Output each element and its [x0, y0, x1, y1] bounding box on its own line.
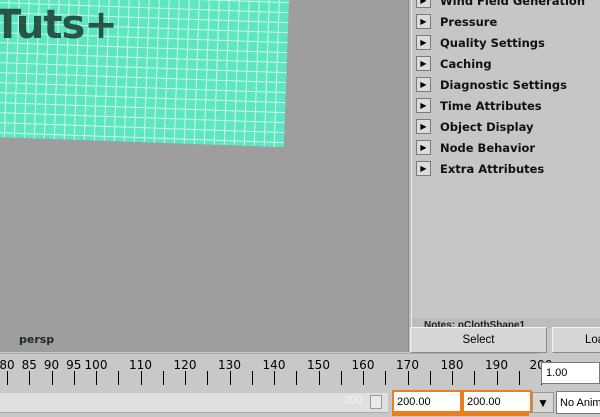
attr-section-item[interactable]: ▶ Node Behavior — [416, 138, 600, 157]
expand-arrow-icon[interactable]: ▶ — [416, 35, 431, 50]
time-tick-label: 130 — [218, 358, 241, 372]
chevron-down-icon: ▼ — [537, 395, 549, 410]
current-time-field[interactable]: 1.00 — [541, 362, 600, 384]
time-tick — [385, 371, 387, 385]
time-tick-label: 160 — [351, 358, 375, 372]
time-tick-label: 140 — [262, 358, 286, 372]
load-attributes-button[interactable]: Load — [552, 327, 600, 353]
expand-arrow-icon[interactable]: ▶ — [416, 98, 431, 113]
range-ghost-value: 200 — [344, 394, 363, 406]
attr-section-label: Pressure — [440, 14, 498, 29]
time-tick-label: 100 — [84, 358, 108, 372]
tuts-logo-text: Tuts+ — [0, 2, 118, 48]
range-slider-bar: 200 200.00 200.00 ▼ No Anim Layer — [0, 389, 600, 417]
expand-arrow-icon[interactable]: ▶ — [416, 14, 431, 29]
attr-section-item[interactable]: ▶ Diagnostic Settings — [416, 75, 600, 94]
time-tick — [496, 371, 498, 385]
time-tick — [407, 371, 409, 385]
time-tick — [185, 371, 186, 385]
time-tick — [251, 371, 253, 385]
time-tick-label: 150 — [307, 358, 330, 372]
time-tick — [29, 371, 31, 385]
time-tick — [207, 371, 209, 385]
time-tick — [296, 371, 298, 385]
time-tick-label: 180 — [440, 358, 464, 372]
time-tick — [7, 371, 8, 385]
time-tick — [429, 371, 431, 385]
time-tick-label: 85 — [21, 358, 37, 372]
time-tick — [318, 371, 320, 385]
attr-section-label: Object Display — [440, 119, 534, 134]
time-tick — [118, 371, 120, 385]
time-slider[interactable]: 8085909510011012013014015016017018019020… — [0, 353, 552, 389]
attr-section-item[interactable]: ▶ Quality Settings — [416, 33, 600, 52]
attr-section-label: Diagnostic Settings — [440, 77, 567, 92]
time-tick — [274, 371, 275, 385]
time-tick — [518, 371, 520, 385]
attr-section-label: Extra Attributes — [440, 161, 545, 176]
time-tick-label: 190 — [485, 358, 508, 372]
time-tick — [229, 371, 231, 385]
viewport-persp[interactable]: Tuts+ persp — [0, 0, 408, 352]
time-tick — [96, 371, 97, 385]
range-slider-track[interactable] — [0, 393, 388, 413]
time-tick — [51, 371, 53, 385]
attr-section-item[interactable]: ▶ Wind Field Generation — [416, 0, 600, 10]
time-tick — [452, 371, 453, 385]
highlight-underline — [392, 413, 529, 416]
time-tick-label: 80 — [0, 358, 15, 372]
attr-section-item[interactable]: ▶ Object Display — [416, 117, 600, 136]
range-end-field[interactable]: 200.00 — [462, 390, 532, 413]
expand-arrow-icon[interactable]: ▶ — [416, 119, 431, 134]
attr-section-item[interactable]: ▶ Time Attributes — [416, 96, 600, 115]
time-tick-label: 110 — [129, 358, 152, 372]
time-tick — [363, 371, 364, 385]
attr-section-label: Caching — [440, 56, 492, 71]
time-tick — [140, 371, 142, 385]
expand-arrow-icon[interactable]: ▶ — [416, 77, 431, 92]
select-button[interactable]: Select — [410, 327, 547, 353]
time-tick-label: 170 — [396, 358, 419, 372]
range-slider-handle[interactable] — [370, 395, 382, 409]
attribute-editor-panel: ▶ Wind Field Generation ▶ Pressure ▶ Quality … — [412, 0, 600, 318]
time-tick — [73, 371, 75, 385]
expand-arrow-icon[interactable]: ▶ — [416, 56, 431, 71]
expand-arrow-icon[interactable]: ▶ — [416, 161, 431, 176]
attr-section-item[interactable]: ▶ Extra Attributes — [416, 159, 600, 178]
time-tick — [162, 371, 164, 385]
anim-layer-dropdown-button[interactable]: ▼ — [532, 392, 554, 413]
time-tick — [474, 371, 476, 385]
attr-section-item[interactable]: ▶ Pressure — [416, 12, 600, 31]
expand-arrow-icon[interactable]: ▶ — [416, 0, 431, 8]
attr-section-item[interactable]: ▶ Caching — [416, 54, 600, 73]
attr-section-label: Wind Field Generation — [440, 0, 586, 8]
attr-section-label: Node Behavior — [440, 140, 536, 155]
time-tick — [340, 371, 342, 385]
camera-label: persp — [19, 333, 55, 346]
attr-section-label: Time Attributes — [440, 98, 542, 113]
anim-layer-field[interactable]: No Anim Layer — [556, 391, 600, 414]
time-tick-label: 90 — [43, 358, 60, 372]
expand-arrow-icon[interactable]: ▶ — [416, 140, 431, 155]
range-start-field[interactable]: 200.00 — [392, 390, 462, 413]
time-tick-label: 120 — [173, 358, 197, 372]
attr-section-label: Quality Settings — [440, 35, 545, 50]
time-tick-label: 95 — [66, 358, 82, 372]
